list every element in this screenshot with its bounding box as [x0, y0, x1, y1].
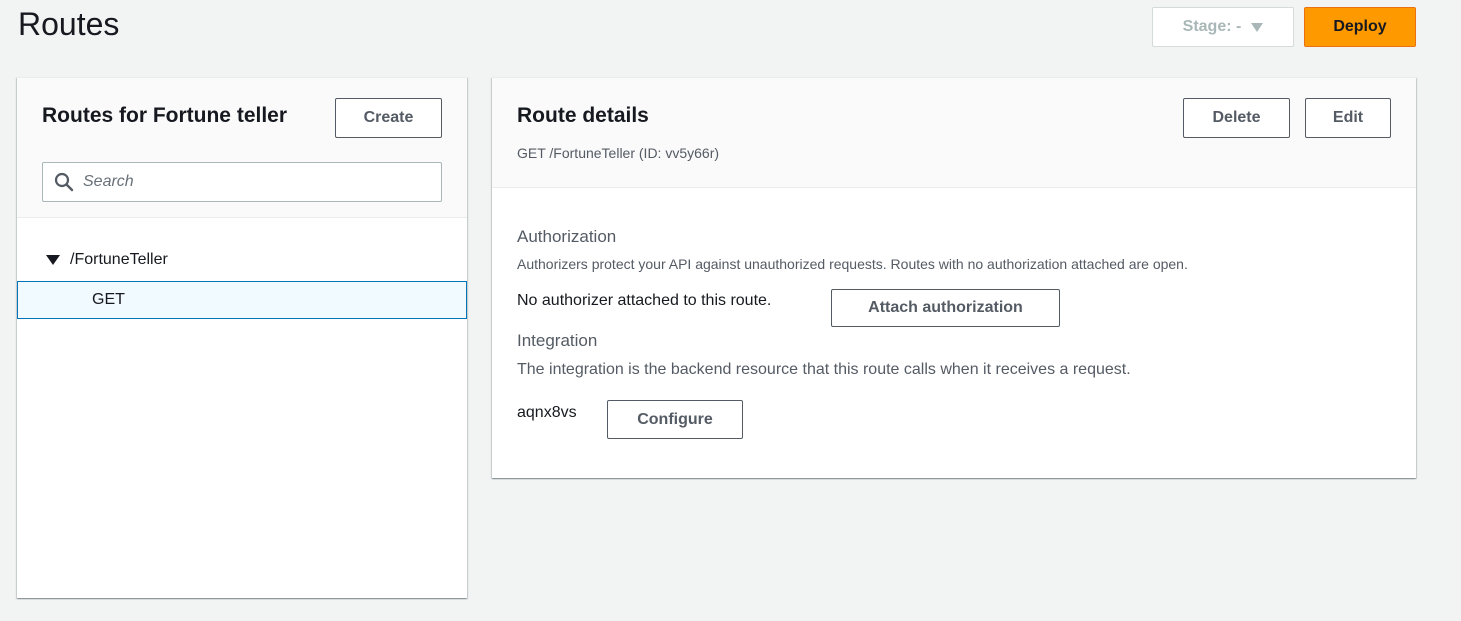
stage-select-label: Stage: - [1182, 18, 1242, 35]
search-field[interactable] [42, 162, 442, 202]
expand-triangle-icon[interactable] [46, 255, 60, 265]
integration-heading: Integration [517, 331, 598, 350]
search-input[interactable] [83, 173, 413, 191]
integration-description: The integration is the backend resource … [517, 361, 1131, 378]
route-details-subtitle: GET /FortuneTeller (ID: vv5y66r) [517, 145, 720, 161]
page-title: Routes [18, 6, 120, 42]
routes-panel: Routes for Fortune teller Create /Fortun… [17, 77, 467, 598]
route-details-panel: Route details GET /FortuneTeller (ID: vv… [492, 77, 1416, 478]
authorization-description: Authorizers protect your API against una… [517, 256, 1188, 272]
caret-down-icon [1251, 22, 1264, 32]
edit-button[interactable]: Edit [1305, 98, 1391, 138]
routes-panel-title: Routes for Fortune teller [42, 104, 288, 127]
route-path-label: /FortuneTeller [70, 251, 168, 268]
route-details-title: Route details [517, 104, 649, 127]
route-details-header: Route details GET /FortuneTeller (ID: vv… [492, 78, 1416, 188]
route-tree-node[interactable]: /FortuneTeller [42, 251, 168, 269]
routes-panel-header: Routes for Fortune teller Create [17, 78, 467, 218]
integration-id: aqnx8vs [517, 404, 577, 421]
attach-authorization-button[interactable]: Attach authorization [831, 289, 1060, 327]
create-button[interactable]: Create [335, 98, 442, 138]
authorization-heading: Authorization [517, 227, 617, 246]
stage-select[interactable]: Stage: - [1152, 7, 1294, 47]
authorization-status: No authorizer attached to this route. [517, 292, 772, 309]
route-method-label: GET [92, 291, 125, 308]
deploy-button[interactable]: Deploy [1304, 7, 1416, 47]
delete-button[interactable]: Delete [1183, 98, 1290, 138]
configure-button[interactable]: Configure [607, 400, 743, 439]
search-icon [54, 172, 74, 192]
route-method-get[interactable]: GET [17, 281, 467, 319]
